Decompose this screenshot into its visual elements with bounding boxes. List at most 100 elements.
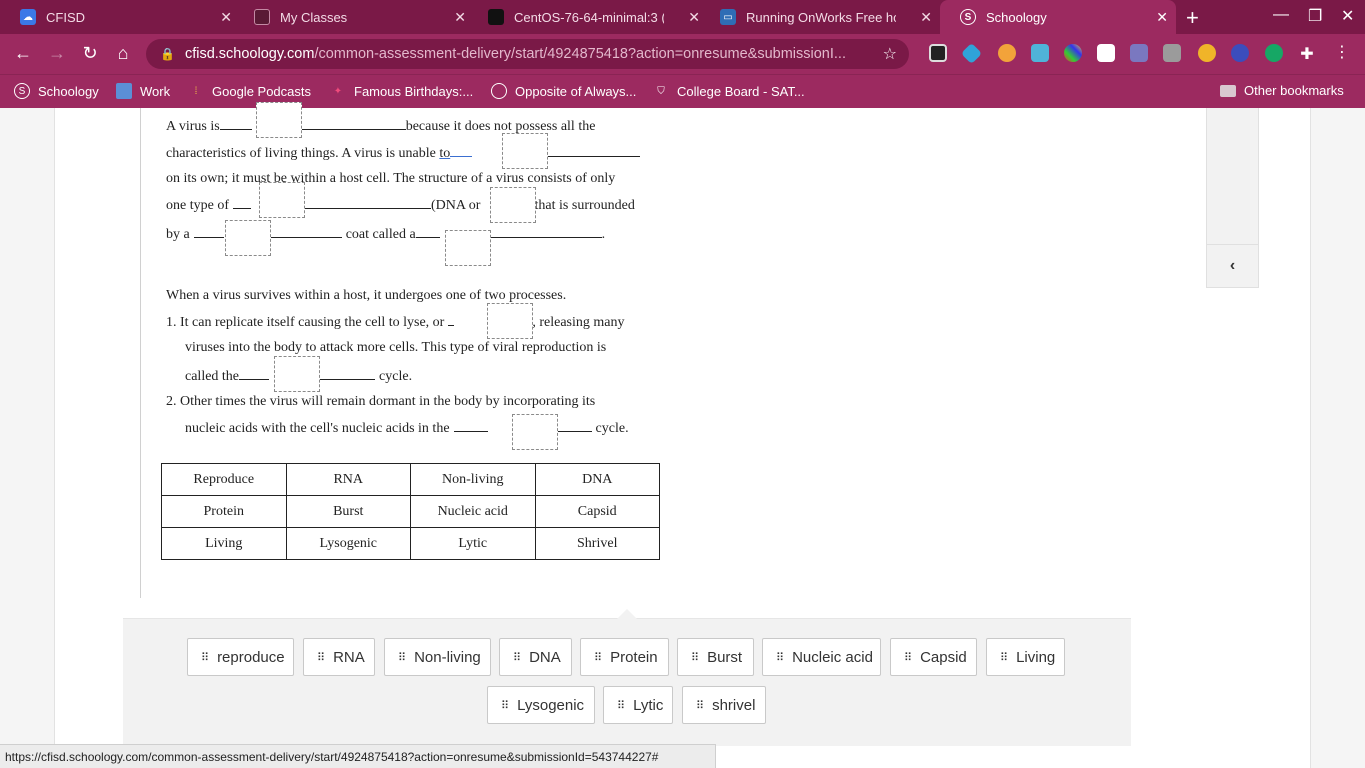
chip-label: Capsid	[920, 648, 967, 666]
extension-8-icon[interactable]	[1163, 44, 1181, 62]
drop-zone-8[interactable]	[274, 356, 320, 392]
grammarly-icon[interactable]	[1265, 44, 1283, 62]
close-tab-icon[interactable]: ✕	[454, 9, 466, 26]
extension-9-icon[interactable]	[1198, 44, 1216, 62]
extension-3-icon[interactable]	[998, 44, 1016, 62]
answer-chip-lytic[interactable]: ⠿ Lytic	[603, 686, 673, 724]
p2-item-2a: 2. Other times the virus will remain dor…	[166, 394, 596, 409]
answer-chip-nucleic-acid[interactable]: ⠿ Nucleic acid	[762, 638, 881, 676]
answer-chip-burst[interactable]: ⠿ Burst	[677, 638, 754, 676]
cfisd-favicon-icon: ☁	[20, 9, 36, 25]
drop-zone-1[interactable]	[256, 102, 302, 138]
reload-icon[interactable]: ↻	[79, 43, 101, 64]
answer-chip-capsid[interactable]: ⠿ Capsid	[890, 638, 977, 676]
text: cycle.	[595, 421, 629, 436]
answer-chip-shrivel[interactable]: ⠿ shrivel	[682, 686, 766, 724]
monitor-icon	[116, 83, 132, 99]
p2-item-2b: nucleic acids with the cell's nucleic ac…	[185, 420, 629, 437]
tab-my-classes[interactable]: My Classes ✕	[234, 0, 474, 34]
bookmark-label: Schoology	[38, 83, 99, 99]
extension-4-icon[interactable]	[1031, 44, 1049, 62]
drag-handle-icon: ⠿	[513, 651, 521, 664]
drop-zone-9[interactable]	[512, 414, 558, 450]
tab-onworks[interactable]: ▭ Running OnWorks Free hostin ✕	[700, 0, 940, 34]
text: A virus is	[166, 119, 220, 134]
forward-icon[interactable]: →	[46, 43, 68, 64]
extension-6-icon[interactable]	[1097, 44, 1115, 62]
tray-notch	[617, 609, 637, 619]
drop-zone-3[interactable]	[259, 182, 305, 218]
table-cell: Non-living	[410, 463, 536, 496]
tab-cfisd[interactable]: ☁ CFISD ✕	[0, 0, 240, 34]
text: cycle.	[379, 369, 413, 384]
tab-centos[interactable]: CentOS-76-64-minimal:3 (gue ✕	[468, 0, 708, 34]
page-area: ‹ A virus is because it does not possess …	[0, 102, 1365, 768]
bookmark-opposite-of-always[interactable]: Opposite of Always...	[491, 83, 636, 99]
text: one type of	[166, 198, 229, 213]
chip-label: Nucleic acid	[792, 648, 873, 666]
drop-zone-7[interactable]	[487, 303, 533, 339]
text: characteristics of living things. A viru…	[166, 146, 440, 161]
bookmark-star-icon[interactable]: ☆	[883, 44, 897, 64]
close-tab-icon[interactable]: ✕	[1156, 9, 1168, 26]
answer-chip-living[interactable]: ⠿ Living	[986, 638, 1065, 676]
extension-1-icon[interactable]	[929, 44, 947, 62]
table-row: Reproduce RNA Non-living DNA	[161, 463, 660, 496]
drop-zone-2[interactable]	[502, 133, 548, 169]
other-bookmarks[interactable]: Other bookmarks	[1220, 83, 1344, 98]
close-window-icon[interactable]: ✕	[1341, 6, 1354, 26]
bookmark-work[interactable]: Work	[116, 83, 170, 99]
browser-toolbar: ← → ↻ ⌂ 🔒 cfisd.schoology.com/common-ass…	[0, 34, 1365, 74]
address-bar[interactable]: 🔒 cfisd.schoology.com/common-assessment-…	[146, 39, 909, 69]
tab-schoology[interactable]: S Schoology ✕	[940, 0, 1176, 34]
new-tab-button[interactable]: +	[1186, 5, 1199, 31]
answer-chip-lysogenic[interactable]: ⠿ Lysogenic	[487, 686, 595, 724]
maximize-icon[interactable]: ❐	[1308, 6, 1322, 26]
extensions-puzzle-icon[interactable]: ✚	[1298, 44, 1316, 63]
drop-zone-4[interactable]	[490, 187, 536, 223]
tab-title: Schoology	[986, 9, 1047, 25]
drop-zone-6[interactable]	[445, 230, 491, 266]
close-tab-icon[interactable]: ✕	[920, 9, 932, 26]
answer-chip-non-living[interactable]: ⠿ Non-living	[384, 638, 491, 676]
answer-chip-dna[interactable]: ⠿ DNA	[499, 638, 572, 676]
close-tab-icon[interactable]: ✕	[220, 9, 232, 26]
answer-chip-protein[interactable]: ⠿ Protein	[580, 638, 669, 676]
terminal-favicon-icon	[488, 9, 504, 25]
shield-icon: ⛉	[657, 85, 665, 97]
back-icon[interactable]: ←	[12, 43, 34, 64]
answer-chip-reproduce[interactable]: ⠿ reproduce	[187, 638, 294, 676]
text: because it does not possess all the	[405, 119, 596, 134]
extension-7-icon[interactable]	[1130, 44, 1148, 62]
minimize-icon[interactable]: —	[1273, 6, 1289, 24]
linked-word[interactable]: to	[439, 146, 450, 161]
text: ) that is surrounded	[526, 198, 635, 213]
url-host: cfisd.schoology.com	[184, 46, 315, 62]
bookmark-famous-birthdays[interactable]: ✦ Famous Birthdays:...	[330, 83, 473, 99]
extension-10-icon[interactable]	[1231, 44, 1249, 62]
text: nucleic acids with the cell's nucleic ac…	[185, 421, 450, 436]
status-bar-url: https://cfisd.schoology.com/common-asses…	[0, 744, 716, 768]
menu-kebab-icon[interactable]: ⋮	[1333, 44, 1351, 62]
bookmark-google-podcasts[interactable]: ⁞ Google Podcasts	[188, 83, 311, 99]
p1-line-3: on its own; it must be within a host cel…	[166, 171, 616, 186]
text: , releasing many	[532, 315, 625, 330]
p2-item-1b: viruses into the body to attack more cel…	[185, 340, 607, 355]
table-cell: RNA	[285, 463, 411, 496]
close-tab-icon[interactable]: ✕	[688, 9, 700, 26]
content-divider	[140, 108, 141, 598]
answer-chip-rna[interactable]: ⠿ RNA	[303, 638, 375, 676]
table-cell: Lysogenic	[285, 527, 411, 560]
home-icon[interactable]: ⌂	[112, 43, 134, 64]
drag-handle-icon: ⠿	[501, 699, 509, 712]
bookmark-college-board[interactable]: ⛉ College Board - SAT...	[653, 83, 804, 99]
chip-label: Non-living	[414, 648, 481, 666]
extension-5-icon[interactable]	[1064, 44, 1082, 62]
text: .	[601, 227, 606, 242]
globe-icon	[491, 83, 507, 99]
bookmark-schoology[interactable]: S Schoology	[14, 83, 99, 99]
chevron-left-icon[interactable]: ‹	[1207, 244, 1258, 286]
table-row: Protein Burst Nucleic acid Capsid	[161, 495, 660, 528]
bookmark-label: Other bookmarks	[1244, 83, 1344, 98]
drop-zone-5[interactable]	[225, 220, 271, 256]
